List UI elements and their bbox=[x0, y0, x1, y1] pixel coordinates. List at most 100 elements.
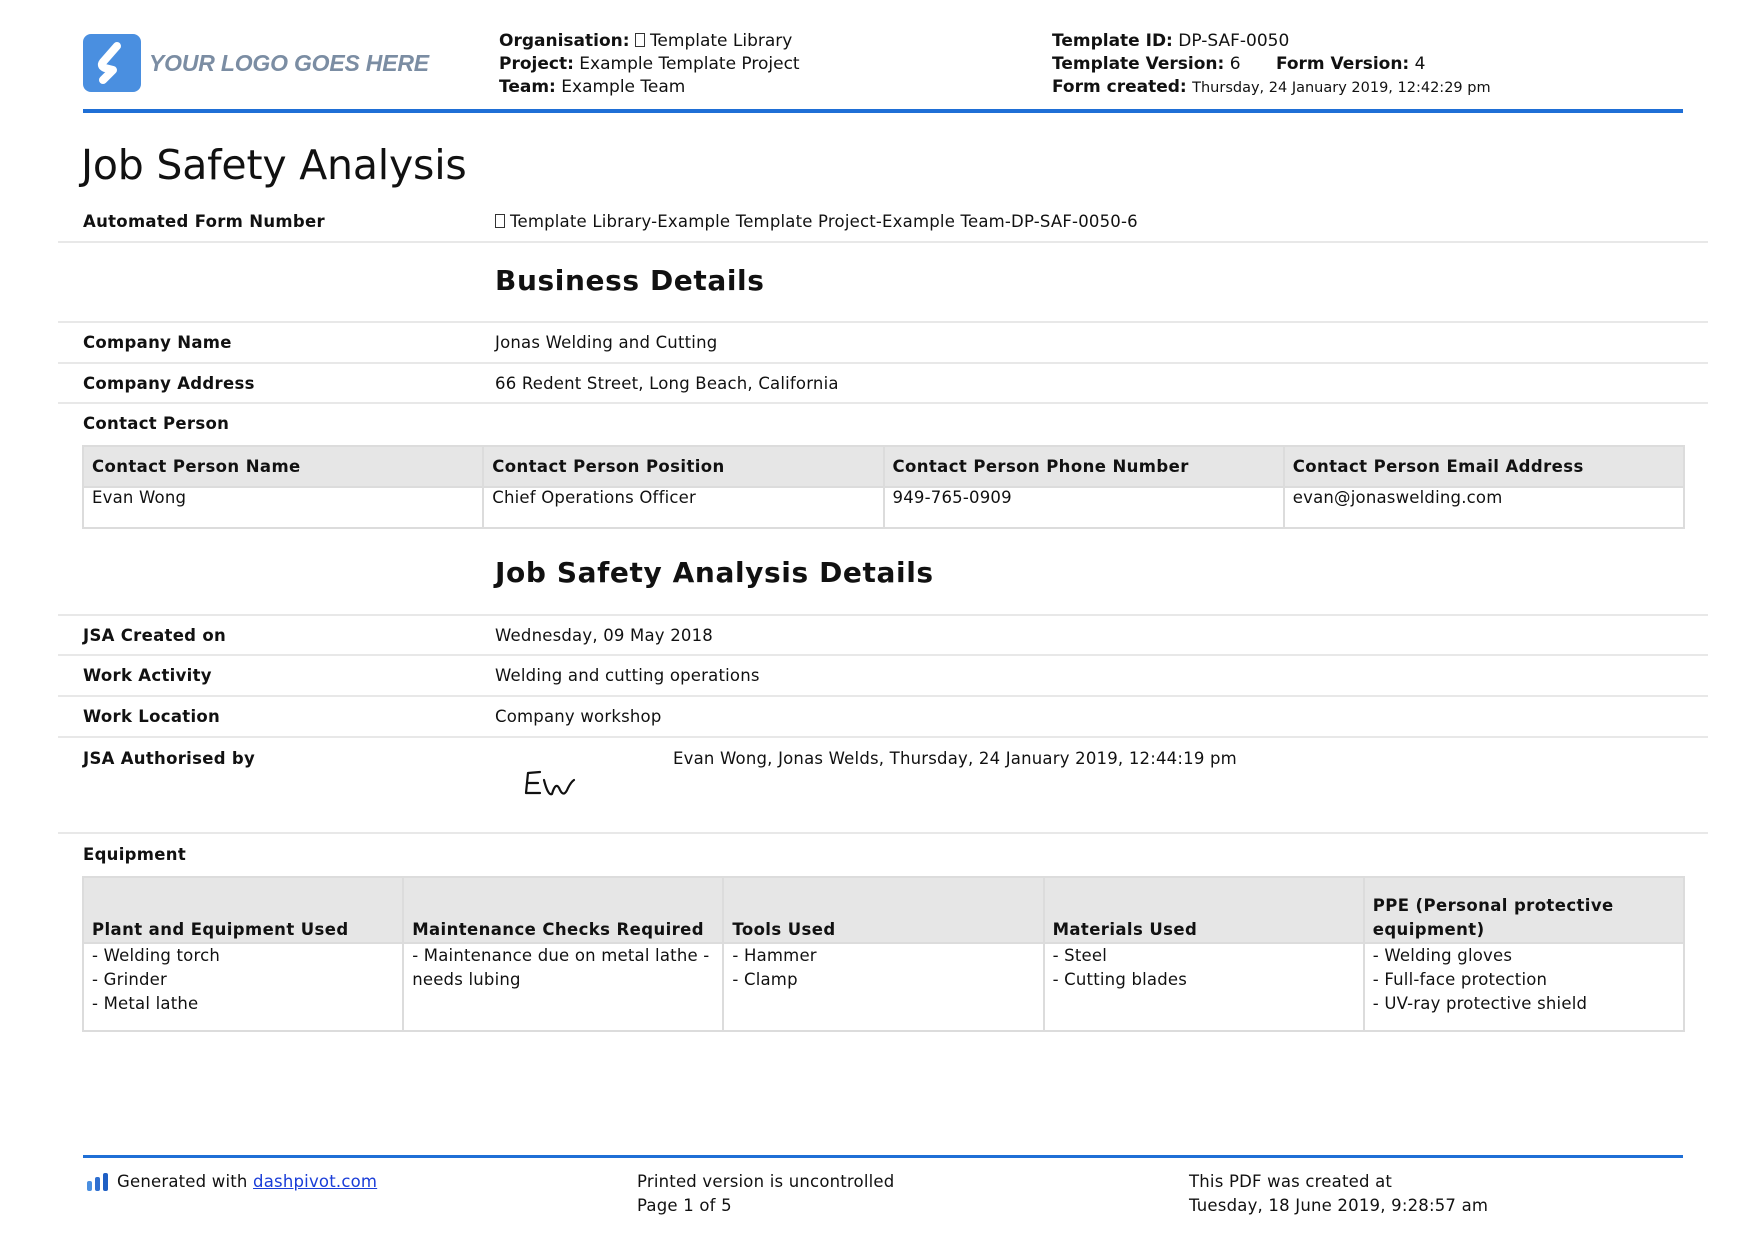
form-created-value: Thursday, 24 January 2019, 12:42:29 pm bbox=[1192, 80, 1491, 96]
project-label: Project: bbox=[499, 54, 574, 74]
footer-divider bbox=[83, 1155, 1683, 1158]
column-header: Contact Person Name bbox=[81, 445, 485, 488]
template-id-label: Template ID: bbox=[1052, 31, 1173, 51]
generated-with: Generated with dashpivot.com bbox=[117, 1170, 377, 1194]
template-id-value: DP-SAF-0050 bbox=[1178, 31, 1290, 51]
pdf-created-label: This PDF was created at bbox=[1189, 1172, 1393, 1191]
signature-image bbox=[524, 770, 576, 796]
form-version-label: Form Version: bbox=[1275, 54, 1410, 74]
equipment-label: Equipment bbox=[83, 845, 187, 864]
list-item: - Welding gloves bbox=[1372, 946, 1513, 965]
page-info: Page 1 of 5 bbox=[637, 1196, 732, 1215]
project-line: Project: Example Template Project bbox=[499, 53, 800, 76]
contact-person-label: Contact Person bbox=[83, 414, 230, 433]
automated-form-number-label: Automated Form Number bbox=[83, 212, 325, 231]
version-line: Template Version: 6 Form Version: 4 bbox=[1052, 53, 1491, 76]
organisation-line: Organisation: Template Library bbox=[499, 30, 800, 53]
table-header-row: Contact Person Name Contact Person Posit… bbox=[81, 445, 1686, 488]
tools-used-cell: - Hammer - Clamp bbox=[722, 942, 1045, 1032]
project-value: Example Template Project bbox=[579, 54, 800, 74]
work-location-label: Work Location bbox=[83, 707, 221, 726]
form-created-line: Form created: Thursday, 24 January 2019,… bbox=[1052, 76, 1491, 100]
template-version-label: Template Version: bbox=[1052, 54, 1225, 74]
automated-form-number-value: Template Library-Example Template Projec… bbox=[495, 212, 1138, 231]
maintenance-checks-cell: - Maintenance due on metal lathe - needs… bbox=[402, 942, 725, 1032]
ppe-cell: - Welding gloves - Full-face protection … bbox=[1362, 942, 1686, 1032]
column-header: Tools Used bbox=[722, 876, 1045, 944]
divider bbox=[58, 736, 1708, 738]
business-details-heading: Business Details bbox=[495, 264, 765, 297]
list-item: - Clamp bbox=[732, 970, 798, 989]
list-item: - UV-ray protective shield bbox=[1372, 994, 1588, 1013]
dashpivot-link[interactable]: dashpivot.com bbox=[253, 1172, 377, 1191]
automated-form-number-text: Template Library-Example Template Projec… bbox=[510, 212, 1138, 231]
column-header: Contact Person Phone Number bbox=[882, 445, 1285, 488]
divider bbox=[58, 321, 1708, 323]
list-item: - Hammer bbox=[732, 946, 817, 965]
company-address-value: 66 Redent Street, Long Beach, California bbox=[495, 374, 839, 393]
jsa-details-heading: Job Safety Analysis Details bbox=[495, 556, 934, 589]
work-activity-label: Work Activity bbox=[83, 666, 212, 685]
column-header: Contact Person Email Address bbox=[1282, 445, 1686, 488]
form-version-value: 4 bbox=[1414, 54, 1426, 74]
contact-email-cell: evan@jonaswelding.com bbox=[1282, 486, 1686, 529]
table-row: - Welding torch - Grinder - Metal lathe … bbox=[81, 942, 1686, 1032]
column-header: Plant and Equipment Used bbox=[81, 876, 405, 944]
pdf-created-value: Tuesday, 18 June 2019, 9:28:57 am bbox=[1189, 1196, 1489, 1215]
pdf-created-block: This PDF was created at Tuesday, 18 June… bbox=[1189, 1170, 1488, 1218]
list-item: - Steel bbox=[1052, 946, 1107, 965]
column-header: Maintenance Checks Required bbox=[402, 876, 725, 944]
list-item: - Welding torch bbox=[92, 946, 221, 965]
divider bbox=[58, 832, 1708, 834]
organisation-value: Template Library bbox=[649, 31, 793, 51]
column-header: Contact Person Position bbox=[482, 445, 885, 488]
jsa-authorised-by-label: JSA Authorised by bbox=[83, 749, 256, 768]
header-divider bbox=[83, 109, 1683, 113]
template-id-line: Template ID: DP-SAF-0050 bbox=[1052, 30, 1491, 53]
column-header: Materials Used bbox=[1042, 876, 1365, 944]
divider bbox=[58, 695, 1708, 697]
print-notice-block: Printed version is uncontrolled Page 1 o… bbox=[637, 1170, 894, 1218]
divider bbox=[58, 241, 1708, 243]
folder-icon bbox=[634, 33, 645, 47]
divider bbox=[58, 654, 1708, 656]
list-item: - Metal lathe bbox=[92, 994, 199, 1013]
contact-person-table: Contact Person Name Contact Person Posit… bbox=[81, 445, 1686, 529]
contact-name-cell: Evan Wong bbox=[81, 486, 485, 529]
company-name-value: Jonas Welding and Cutting bbox=[495, 333, 718, 352]
company-address-label: Company Address bbox=[83, 374, 255, 393]
plant-equipment-cell: - Welding torch - Grinder - Metal lathe bbox=[81, 942, 405, 1032]
team-label: Team: bbox=[499, 77, 556, 97]
divider bbox=[58, 402, 1708, 404]
column-header: PPE (Personal protective equipment) bbox=[1362, 876, 1686, 944]
header-org-block: Organisation: Template Library Project: … bbox=[499, 30, 800, 99]
template-version-value: 6 bbox=[1229, 54, 1241, 74]
jsa-created-on-value: Wednesday, 09 May 2018 bbox=[495, 626, 714, 645]
materials-used-cell: - Steel - Cutting blades bbox=[1042, 942, 1365, 1032]
work-activity-value: Welding and cutting operations bbox=[495, 666, 760, 685]
form-created-label: Form created: bbox=[1052, 77, 1187, 97]
list-item: - Grinder bbox=[92, 970, 168, 989]
company-name-label: Company Name bbox=[83, 333, 232, 352]
table-row: Evan Wong Chief Operations Officer 949-7… bbox=[81, 486, 1686, 529]
contact-position-cell: Chief Operations Officer bbox=[482, 486, 885, 529]
list-item: - Cutting blades bbox=[1052, 970, 1188, 989]
list-item: - Full-face protection bbox=[1372, 970, 1548, 989]
logo-icon bbox=[83, 34, 141, 92]
table-header-row: Plant and Equipment Used Maintenance Che… bbox=[81, 876, 1686, 944]
team-line: Team: Example Team bbox=[499, 76, 800, 99]
list-item: needs lubing bbox=[412, 970, 521, 989]
header-template-block: Template ID: DP-SAF-0050 Template Versio… bbox=[1052, 30, 1491, 100]
work-location-value: Company workshop bbox=[495, 707, 662, 726]
dashpivot-bars-icon bbox=[87, 1173, 108, 1191]
equipment-table: Plant and Equipment Used Maintenance Che… bbox=[81, 876, 1686, 1032]
printed-notice: Printed version is uncontrolled bbox=[637, 1172, 895, 1191]
divider bbox=[58, 362, 1708, 364]
generated-with-text: Generated with bbox=[117, 1172, 248, 1191]
organisation-label: Organisation: bbox=[499, 31, 630, 51]
jsa-created-on-label: JSA Created on bbox=[83, 626, 227, 645]
contact-phone-cell: 949-765-0909 bbox=[882, 486, 1285, 529]
folder-icon bbox=[495, 214, 505, 228]
jsa-authorised-by-value: Evan Wong, Jonas Welds, Thursday, 24 Jan… bbox=[673, 749, 1237, 768]
list-item: - Maintenance due on metal lathe - bbox=[412, 946, 710, 965]
